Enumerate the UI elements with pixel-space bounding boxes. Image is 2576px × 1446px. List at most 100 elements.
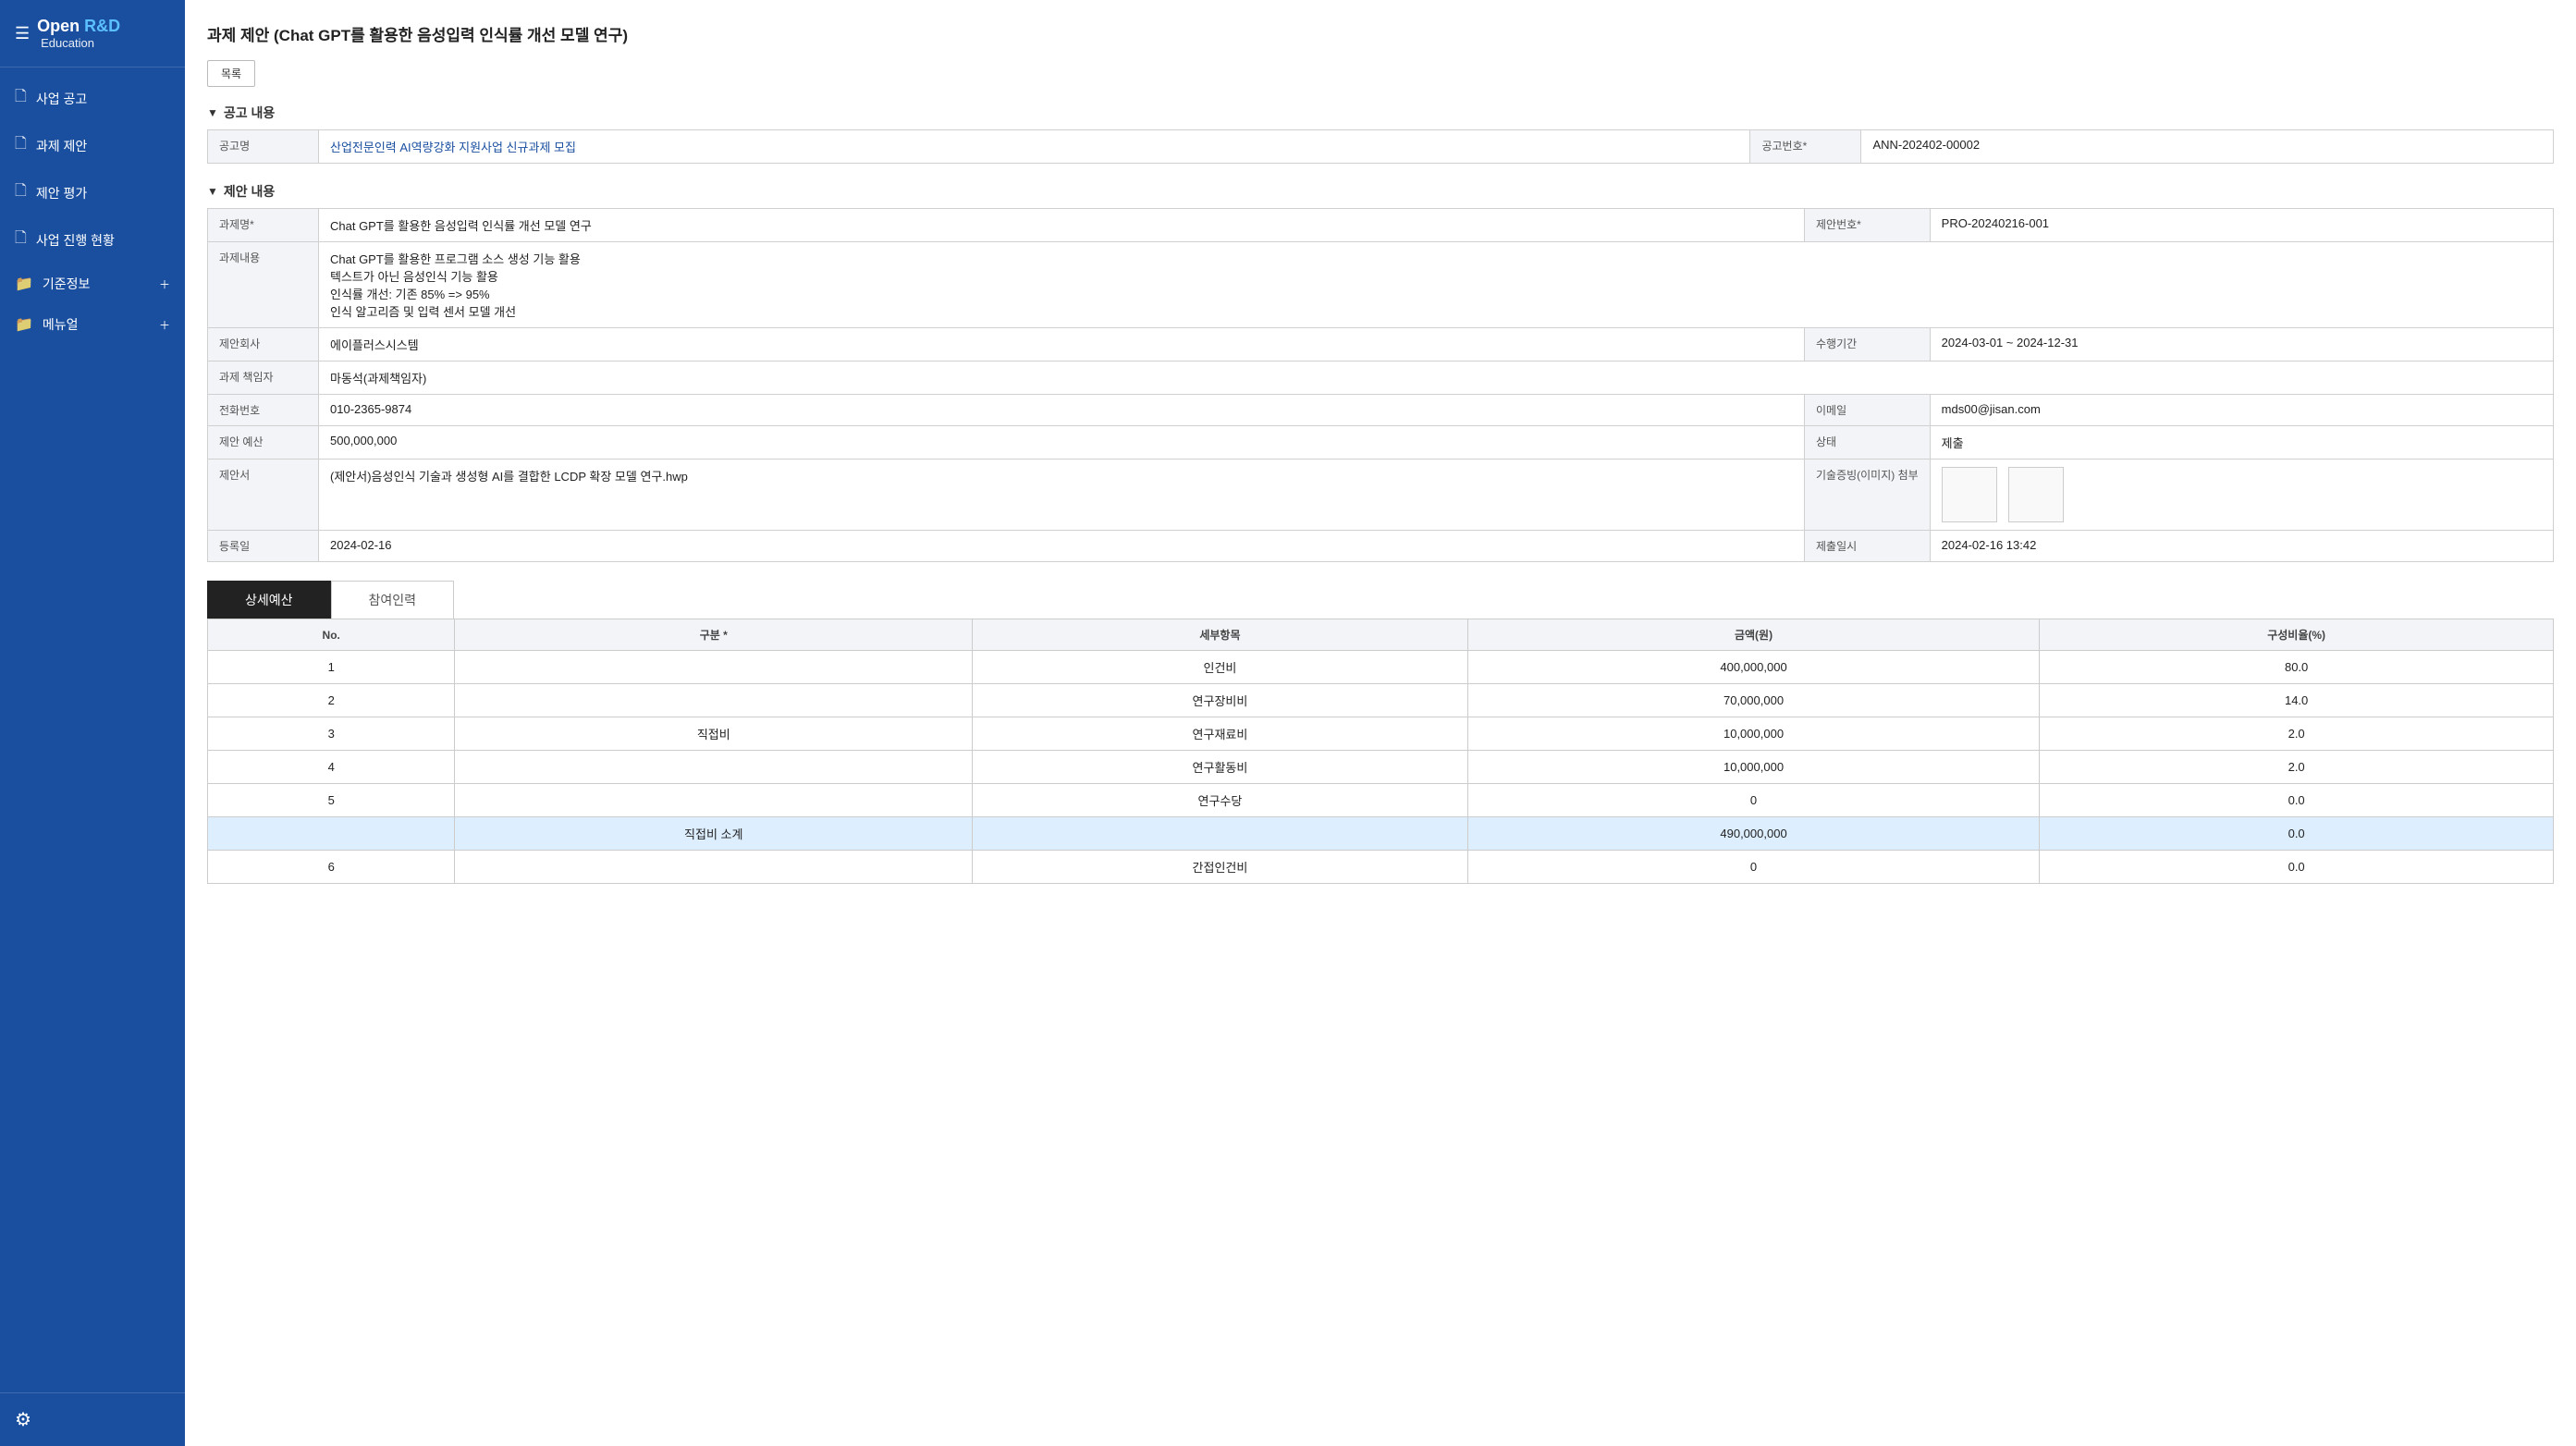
sidebar-item-label: 제안 평가 [36, 184, 87, 202]
table-row: 공고명 산업전문인력 AI역량강화 지원사업 신규과제 모집 공고번호* ANN… [208, 130, 2554, 164]
table-row: 전화번호 010-2365-9874 이메일 mds00@jisan.com [208, 395, 2554, 426]
proposal-section: ▼ 제안 내용 과제명* Chat GPT를 활용한 음성입력 인식률 개선 모… [207, 182, 2554, 562]
cell-ratio: 0.0 [2040, 817, 2554, 851]
budget-table: No. 구분 * 세부항목 금액(원) 구성비율(%) 1인건비400,000,… [207, 619, 2554, 884]
cell-amount: 10,000,000 [1467, 751, 2039, 784]
table-row: 2연구장비비70,000,00014.0 [208, 684, 2554, 717]
col-header-item: 세부항목 [973, 619, 1468, 651]
image-thumb-1 [1942, 467, 1997, 522]
field-label: 공고명 [208, 130, 319, 164]
main-content: 과제 제안 (Chat GPT를 활용한 음성입력 인식률 개선 모델 연구) … [185, 0, 2576, 1446]
field-label: 수행기간 [1804, 328, 1930, 362]
cell-amount: 400,000,000 [1467, 651, 2039, 684]
cell-category [455, 751, 973, 784]
cell-amount: 70,000,000 [1467, 684, 2039, 717]
field-value: ANN-202402-00002 [1861, 130, 2554, 164]
table-row: 3직접비연구재료비10,000,0002.0 [208, 717, 2554, 751]
table-row: 과제명* Chat GPT를 활용한 음성입력 인식률 개선 모델 연구 제안번… [208, 209, 2554, 242]
field-label: 제안 예산 [208, 426, 319, 460]
cell-item: 인건비 [973, 651, 1468, 684]
field-label: 전화번호 [208, 395, 319, 426]
sidebar-logo: ☰ Open R&D Education [0, 0, 185, 67]
field-label: 상태 [1804, 426, 1930, 460]
field-label: 기술증빙(이미지) 첨부 [1804, 460, 1930, 531]
cell-category [455, 651, 973, 684]
announcement-link[interactable]: 산업전문인력 AI역량강화 지원사업 신규과제 모집 [330, 141, 576, 154]
expand-icon: ＋ [159, 317, 170, 333]
field-value: mds00@jisan.com [1930, 395, 2553, 426]
sidebar-item-manual[interactable]: 📁 메뉴얼 ＋ [0, 304, 185, 345]
cell-amount: 10,000,000 [1467, 717, 2039, 751]
sidebar-item-proposal-evaluation[interactable]: 🗋 제안 평가 [0, 169, 185, 216]
sidebar-item-criteria-info[interactable]: 📁 기준정보 ＋ [0, 263, 185, 304]
tab-bar: 상세예산 참여인력 [207, 581, 2554, 619]
sidebar-nav: 🗋 사업 공고 🗋 과제 제안 🗋 제안 평가 🗋 사업 진행 현황 📁 기준정… [0, 67, 185, 1392]
cell-ratio: 2.0 [2040, 717, 2554, 751]
sidebar-item-project-proposal[interactable]: 🗋 과제 제안 [0, 122, 185, 169]
table-row: 직접비 소계490,000,0000.0 [208, 817, 2554, 851]
field-label: 과제명* [208, 209, 319, 242]
sidebar-item-label: 기준정보 [43, 275, 91, 293]
cell-amount: 490,000,000 [1467, 817, 2039, 851]
tab-budget-detail[interactable]: 상세예산 [207, 581, 331, 619]
field-label: 등록일 [208, 531, 319, 562]
sidebar-footer: ⚙ [0, 1392, 185, 1446]
cell-item [973, 817, 1468, 851]
field-value: PRO-20240216-001 [1930, 209, 2553, 242]
doc-icon: 🗋 [15, 180, 27, 205]
field-value [1930, 460, 2553, 531]
page-title: 과제 제안 (Chat GPT를 활용한 음성입력 인식률 개선 모델 연구) [207, 22, 2554, 45]
col-header-amount: 금액(원) [1467, 619, 2039, 651]
col-header-ratio: 구성비율(%) [2040, 619, 2554, 651]
expand-icon: ＋ [159, 276, 170, 292]
table-row: 과제내용 Chat GPT를 활용한 프로그램 소스 생성 기능 활용 텍스트가… [208, 242, 2554, 328]
sidebar-item-business-progress[interactable]: 🗋 사업 진행 현황 [0, 216, 185, 263]
field-label: 이메일 [1804, 395, 1930, 426]
col-header-no: No. [208, 619, 455, 651]
table-row: 4연구활동비10,000,0002.0 [208, 751, 2554, 784]
field-value: (제안서)음성인식 기술과 생성형 AI를 결합한 LCDP 확장 모델 연구.… [319, 460, 1805, 531]
settings-icon[interactable]: ⚙ [15, 1410, 31, 1430]
table-row: 과제 책임자 마동석(과제책임자) [208, 362, 2554, 395]
cell-no: 2 [208, 684, 455, 717]
list-button[interactable]: 목록 [207, 60, 255, 87]
cell-ratio: 2.0 [2040, 751, 2554, 784]
cell-no: 5 [208, 784, 455, 817]
announcement-section: ▼ 공고 내용 공고명 산업전문인력 AI역량강화 지원사업 신규과제 모집 공… [207, 104, 2554, 164]
tab-participants[interactable]: 참여인력 [331, 581, 455, 619]
announcement-section-title: 공고 내용 [224, 104, 275, 122]
cell-no: 1 [208, 651, 455, 684]
cell-no: 3 [208, 717, 455, 751]
field-label: 제안번호* [1804, 209, 1930, 242]
field-value: 에이플러스시스템 [319, 328, 1805, 362]
proposal-section-title: 제안 내용 [224, 182, 275, 201]
image-thumb-2 [2008, 467, 2064, 522]
hamburger-icon[interactable]: ☰ [15, 24, 30, 43]
cell-item: 연구수당 [973, 784, 1468, 817]
announcement-table: 공고명 산업전문인력 AI역량강화 지원사업 신규과제 모집 공고번호* ANN… [207, 129, 2554, 164]
field-value: 010-2365-9874 [319, 395, 1805, 426]
table-row: 제안회사 에이플러스시스템 수행기간 2024-03-01 ~ 2024-12-… [208, 328, 2554, 362]
cell-item: 간접인건비 [973, 851, 1468, 884]
field-label: 과제 책임자 [208, 362, 319, 395]
sidebar-item-label: 과제 제안 [36, 137, 87, 155]
field-value: 마동석(과제책임자) [319, 362, 2554, 395]
image-attachments [1942, 467, 2542, 522]
cell-no: 6 [208, 851, 455, 884]
cell-item: 연구장비비 [973, 684, 1468, 717]
cell-category [455, 851, 973, 884]
field-value: Chat GPT를 활용한 프로그램 소스 생성 기능 활용 텍스트가 아닌 음… [319, 242, 2554, 328]
cell-category: 직접비 [455, 717, 973, 751]
announcement-section-header: ▼ 공고 내용 [207, 104, 2554, 122]
cell-no: 4 [208, 751, 455, 784]
table-row: 등록일 2024-02-16 제출일시 2024-02-16 13:42 [208, 531, 2554, 562]
sidebar-item-label: 메뉴얼 [43, 315, 79, 334]
cell-category [455, 684, 973, 717]
sidebar: ☰ Open R&D Education 🗋 사업 공고 🗋 과제 제안 🗋 제… [0, 0, 185, 1446]
field-label: 공고번호* [1750, 130, 1861, 164]
field-value: 제출 [1930, 426, 2553, 460]
sidebar-item-business-announcement[interactable]: 🗋 사업 공고 [0, 75, 185, 122]
sidebar-item-label: 사업 진행 현황 [36, 231, 115, 250]
cell-no [208, 817, 455, 851]
field-label: 제안서 [208, 460, 319, 531]
